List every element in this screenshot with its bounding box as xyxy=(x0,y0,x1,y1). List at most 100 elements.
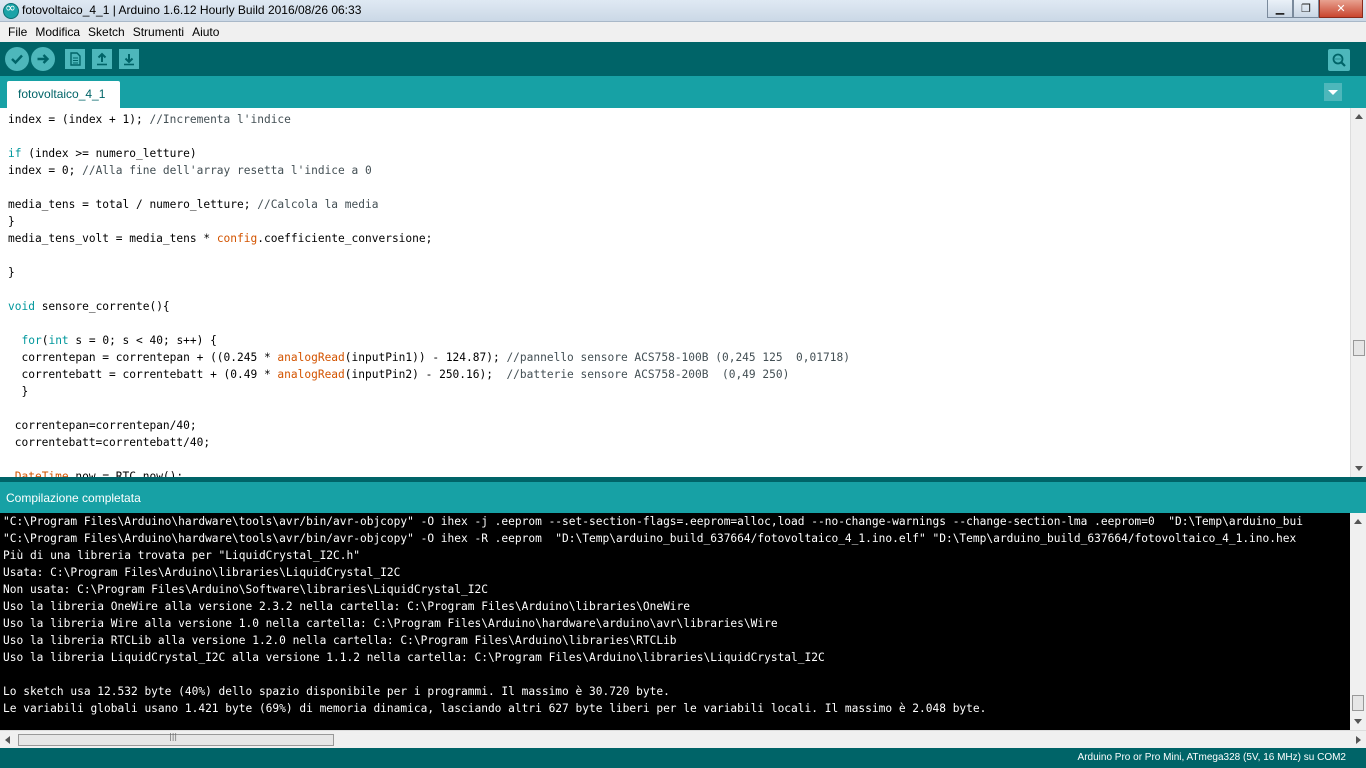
editor-scroll-thumb[interactable] xyxy=(1353,340,1365,356)
code-line[interactable]: correntepan=correntepan/40; xyxy=(8,417,850,434)
code-token: //Alla fine dell'array resetta l'indice … xyxy=(82,164,372,177)
menu-strumenti[interactable]: Strumenti xyxy=(129,25,188,39)
minimize-button[interactable]: ▁ xyxy=(1267,0,1293,18)
status-bar: Compilazione completata xyxy=(0,477,1366,513)
code-line[interactable] xyxy=(8,451,850,468)
code-token: int xyxy=(48,334,69,347)
console-line: Non usata: C:\Program Files\Arduino\Soft… xyxy=(3,583,488,596)
code-line[interactable] xyxy=(8,400,850,417)
code-token: index = 0; xyxy=(8,164,83,177)
code-token: //Incrementa l'indice xyxy=(149,113,291,126)
code-line[interactable]: media_tens = total / numero_letture; //C… xyxy=(8,196,850,213)
open-button[interactable] xyxy=(92,49,112,69)
code-token: } xyxy=(8,215,15,228)
code-line[interactable]: correntepan = correntepan + ((0.245 * an… xyxy=(8,349,849,366)
code-token: } xyxy=(8,385,29,398)
window-controls: ▁ ❐ ✕ xyxy=(1267,0,1363,19)
arduino-logo-icon xyxy=(3,1,19,19)
code-token: correntebatt = correntebatt + (0.49 * xyxy=(8,368,278,381)
code-token: now = RTC.now(); xyxy=(68,470,184,477)
code-line[interactable]: } xyxy=(8,213,850,230)
console-line: Uso la libreria Wire alla versione 1.0 n… xyxy=(3,617,778,630)
save-button[interactable] xyxy=(119,49,139,69)
upload-icon xyxy=(37,54,50,64)
code-editor[interactable]: index = (index + 1); //Incrementa l'indi… xyxy=(0,108,1366,477)
code-token: } xyxy=(8,266,15,279)
console-line: Usata: C:\Program Files\Arduino\librarie… xyxy=(3,566,401,579)
console-horizontal-scrollbar[interactable] xyxy=(0,730,1366,748)
scroll-up-icon[interactable] xyxy=(1354,519,1362,524)
console-scroll-thumb[interactable] xyxy=(1352,695,1364,711)
console-text: "C:\Program Files\Arduino\hardware\tools… xyxy=(3,513,1303,717)
console-line: Lo sketch usa 12.532 byte (40%) dello sp… xyxy=(3,685,670,698)
status-message: Compilazione completata xyxy=(6,491,141,505)
code-line[interactable]: DateTime now = RTC.now(); xyxy=(8,468,850,477)
code-token: index = (index + 1); xyxy=(8,113,150,126)
console-line: Uso la libreria RTCLib alla versione 1.2… xyxy=(3,634,677,647)
console-line: Più di una libreria trovata per "LiquidC… xyxy=(3,549,360,562)
output-console[interactable]: "C:\Program Files\Arduino\hardware\tools… xyxy=(0,513,1366,730)
code-token: sensore_corrente(){ xyxy=(34,300,170,313)
code-line[interactable]: media_tens_volt = media_tens * config.co… xyxy=(8,230,850,247)
window-title: fotovoltaico_4_1 | Arduino 1.6.12 Hourly… xyxy=(22,3,362,17)
code-text[interactable]: index = (index + 1); //Incrementa l'indi… xyxy=(8,111,850,477)
code-line[interactable]: } xyxy=(8,264,850,281)
code-token: for xyxy=(21,334,42,347)
code-line[interactable] xyxy=(8,179,850,196)
code-line[interactable] xyxy=(8,281,850,298)
code-line[interactable]: void sensore_corrente(){ xyxy=(8,298,850,315)
console-line: "C:\Program Files\Arduino\hardware\tools… xyxy=(3,532,1297,545)
code-line[interactable]: correntebatt = correntebatt + (0.49 * an… xyxy=(8,366,850,383)
code-line[interactable]: if (index >= numero_letture) xyxy=(8,145,850,162)
scroll-down-icon[interactable] xyxy=(1354,719,1362,724)
tab-sketch[interactable]: fotovoltaico_4_1 xyxy=(7,81,120,108)
board-info: Arduino Pro or Pro Mini, ATmega328 (5V, … xyxy=(1077,752,1346,763)
serial-monitor-button[interactable] xyxy=(1328,49,1350,71)
code-token: if xyxy=(8,147,22,160)
code-token: config xyxy=(216,232,258,245)
verify-icon xyxy=(11,54,23,65)
scroll-left-icon[interactable] xyxy=(5,736,10,744)
code-token: (index >= numero_letture) xyxy=(21,147,197,160)
code-token: (inputPin2) - 250.16); xyxy=(344,368,507,381)
scroll-up-icon[interactable] xyxy=(1355,114,1363,119)
console-vertical-scrollbar[interactable] xyxy=(1350,513,1366,730)
tab-menu-dropdown[interactable] xyxy=(1324,83,1342,101)
code-token: DateTime xyxy=(14,470,69,477)
code-line[interactable]: index = (index + 1); //Incrementa l'indi… xyxy=(8,111,850,128)
code-line[interactable]: for(int s = 0; s < 40; s++) { xyxy=(8,332,850,349)
code-token: media_tens_volt = media_tens * xyxy=(8,232,217,245)
upload-button[interactable] xyxy=(31,47,55,71)
code-line[interactable] xyxy=(8,128,850,145)
console-line: Uso la libreria LiquidCrystal_I2C alla v… xyxy=(3,651,825,664)
maximize-button[interactable]: ❐ xyxy=(1293,0,1319,18)
new-button[interactable] xyxy=(65,49,85,69)
code-line[interactable] xyxy=(8,315,850,332)
new-icon xyxy=(70,52,81,66)
open-icon xyxy=(97,52,107,66)
code-token: correntebatt=correntebatt/40; xyxy=(8,436,211,449)
code-token: .coefficiente_conversione; xyxy=(257,232,433,245)
menu-sketch[interactable]: Sketch xyxy=(84,25,129,39)
verify-button[interactable] xyxy=(5,47,29,71)
code-line[interactable] xyxy=(8,247,850,264)
scroll-right-icon[interactable] xyxy=(1356,736,1361,744)
code-token: s = 0; s < 40; s++) { xyxy=(68,334,217,347)
code-line[interactable]: correntebatt=correntebatt/40; xyxy=(8,434,850,451)
scroll-down-icon[interactable] xyxy=(1355,466,1363,471)
code-line[interactable]: } xyxy=(8,383,850,400)
code-token: (inputPin1)) - 124.87); xyxy=(344,351,507,364)
editor-vertical-scrollbar[interactable] xyxy=(1350,108,1366,477)
code-token: correntepan=correntepan/40; xyxy=(8,419,197,432)
menu-modifica[interactable]: Modifica xyxy=(31,25,84,39)
menu-aiuto[interactable]: Aiuto xyxy=(188,25,223,39)
console-hscroll-thumb[interactable] xyxy=(18,732,334,746)
console-line: "C:\Program Files\Arduino\hardware\tools… xyxy=(3,515,1303,528)
save-icon xyxy=(124,54,134,66)
close-button[interactable]: ✕ xyxy=(1319,0,1363,18)
code-line[interactable]: index = 0; //Alla fine dell'array resett… xyxy=(8,162,850,179)
console-line: Uso la libreria OneWire alla versione 2.… xyxy=(3,600,691,613)
menu-file[interactable]: File xyxy=(4,25,31,39)
